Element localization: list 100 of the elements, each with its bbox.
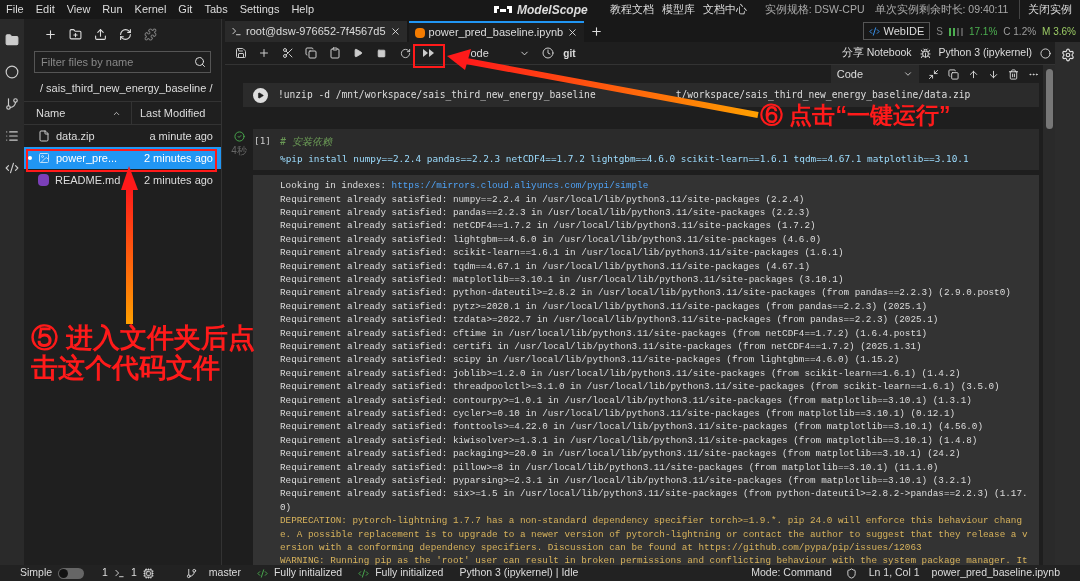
cpu-usage: C 1.2% (1003, 24, 1037, 39)
share-notebook-button[interactable]: 分享 Notebook (841, 45, 912, 61)
scrollbar-thumb[interactable] (1045, 69, 1053, 129)
remaining-time: 单次实例剩余时长: 09:40:11 (874, 1, 1009, 17)
mode-label: Simple (20, 565, 53, 581)
output-line: Requirement already satisfied: fonttools>=4.22.0 in /usr/local/lib/python3.11/site-packages (from matplotlib==3.10.1) (4.56.0) (280, 420, 983, 434)
menu-item[interactable]: Tabs (204, 1, 228, 18)
instance-spec: 实例规格: DSW-CPU (764, 1, 865, 17)
git-icon[interactable] (5, 97, 19, 111)
git-button[interactable]: git (563, 45, 576, 61)
terminal-count: 1 (102, 565, 108, 581)
output-line: Requirement already satisfied: six>=1.5 in /usr/local/lib/python3.11/site-packages (from python-dateutil>=2.8.2->pandas==2.2.3) (1.17. (280, 487, 1028, 501)
extension-icon[interactable] (144, 27, 157, 41)
menu-item[interactable]: File (6, 1, 24, 18)
terminal-icon (231, 26, 242, 37)
run-cell-icon[interactable] (253, 87, 268, 103)
close-icon[interactable] (567, 27, 579, 38)
collapse-icon[interactable] (928, 68, 939, 80)
column-header[interactable]: Name (24, 104, 132, 122)
menu-item[interactable]: Run (102, 1, 123, 18)
tab[interactable]: root@dsw-976652-7f4567d5 (225, 21, 407, 42)
menu-item[interactable]: Settings (239, 1, 280, 18)
move-up-icon[interactable] (968, 68, 979, 80)
copy-icon[interactable] (305, 47, 318, 59)
file-row[interactable]: data.zip a minute ago (24, 125, 221, 147)
output-line: Requirement already satisfied: netCDF4==1.7.2 in /usr/local/lib/python3.11/site-packages (1.7.2) (280, 219, 816, 233)
nav-link[interactable]: 教程文档 (609, 1, 654, 18)
nav-link[interactable]: 文档中心 (702, 1, 747, 18)
kernel-status[interactable]: Python 3 (ipykernel) | Idle (459, 565, 579, 581)
file-name: power_pred_baseline.ipynb (931, 565, 1060, 581)
kernel-status-icon (1040, 47, 1051, 59)
memory-usage: M 3.6% (1042, 24, 1076, 39)
paste-icon[interactable] (328, 47, 341, 59)
warning-line: DEPRECATION: pytorch-lightning 1.7.7 has a non-standard dependency specifier torch>=1.9.*. pip 24.0 will enforce this behaviour chang (280, 514, 1022, 528)
menu-item[interactable]: Git (178, 1, 193, 18)
menu-item[interactable]: Kernel (134, 1, 167, 18)
cell-type-dropdown[interactable]: ode (470, 44, 530, 62)
simple-mode-toggle[interactable] (58, 567, 85, 579)
output-line: Requirement already satisfied: pyparsing>=2.3.1 in /usr/local/lib/python3.11/site-packages (from matplotlib==3.10.1) (3.2.1) (280, 474, 972, 488)
folder-icon[interactable] (5, 33, 19, 47)
code-text: t/workspace/sais_third_new_energy_baseline/data.zip (675, 87, 971, 103)
tab[interactable]: power_pred_baseline.ipynb (408, 21, 585, 42)
terminal-icon (113, 567, 125, 579)
kernel-count: 1 (130, 565, 137, 581)
restart-icon[interactable] (399, 47, 411, 59)
run-all-icon[interactable] (423, 49, 435, 57)
new-tab-icon[interactable] (590, 25, 604, 38)
duplicate-icon[interactable] (948, 68, 959, 80)
output-line: 0) (280, 500, 292, 515)
move-down-icon[interactable] (988, 68, 999, 80)
webide-icon (868, 25, 880, 37)
cursor-position: Ln 1, Col 1 (868, 565, 920, 581)
close-icon[interactable] (389, 26, 401, 37)
code-text: !unzip -d /mnt/workspace/sais_third_new_energy_baseline (278, 87, 596, 103)
insert-cell-icon[interactable] (258, 47, 271, 59)
warning-line: e. A possible replacement is to upgrade to a newer version of pytorch-lightning or contact the author to suggest that they release a v (280, 527, 1028, 542)
settings-icon[interactable] (1060, 48, 1075, 62)
menu-item[interactable]: View (66, 1, 91, 18)
bug-icon[interactable] (919, 47, 931, 59)
notebook-icon (414, 27, 425, 38)
modified-time: 2 minutes ago (143, 172, 213, 188)
branch-name[interactable]: master (208, 565, 241, 581)
breadcrumb[interactable]: / sais_third_new_energy_baseline / (40, 79, 213, 97)
save-icon[interactable] (234, 47, 247, 59)
cell-type-select[interactable]: Code (830, 65, 919, 83)
upload-icon[interactable] (94, 27, 107, 41)
menu-item[interactable]: Help (291, 1, 315, 18)
output-line: Requirement already satisfied: kiwisolver>=1.3.1 in /usr/local/lib/python3.11/site-packages (from matplotlib==3.10.1) (1.4.8) (280, 433, 978, 448)
new-launcher-icon[interactable] (44, 27, 57, 41)
cut-icon[interactable] (281, 47, 294, 59)
code-icon (256, 567, 268, 579)
markdown-icon (38, 174, 49, 186)
caret-icon (903, 69, 913, 79)
output-line: Requirement already satisfied: lightgbm==4.6.0 in /usr/local/lib/python3.11/site-packages (4.6.0) (280, 232, 822, 247)
logo-icon (493, 3, 513, 16)
status-text: Fully initialized (375, 565, 444, 581)
output-line: Requirement already satisfied: scipy in /usr/local/lib/python3.11/site-packages (from lightgbm==4.6.0) (1.15.2) (280, 353, 900, 367)
column-header[interactable]: Last Modified (131, 102, 206, 124)
list-icon[interactable] (5, 129, 19, 143)
new-folder-icon[interactable] (69, 27, 82, 41)
file-name: data.zip (56, 128, 95, 144)
notebook-icon (38, 152, 50, 164)
search-icon (194, 56, 206, 68)
file-row[interactable]: README.md 2 minutes ago (24, 169, 221, 191)
code-cell[interactable]: [1] # 安装依赖 %pip install numpy==2.2.4 pandas==2.2.3 netCDF4==1.7.2 lightgbm==4.6.0 scikit-learn==1.6.1 tqdm==4.67.1 matplotlib==3.10.1 (253, 129, 1039, 171)
clock-icon[interactable] (541, 47, 554, 59)
run-icon[interactable] (353, 48, 364, 58)
delete-icon[interactable] (1008, 68, 1019, 80)
index-link[interactable]: https://mirrors.cloud.aliyuncs.com/pypi/simple (391, 179, 649, 193)
brand-name: ModelScope (517, 1, 588, 19)
refresh-icon[interactable] (119, 27, 132, 41)
output-line: Looking in indexes: (280, 179, 386, 193)
code-text: %pip install numpy==2.2.4 pandas==2.2.3 netCDF4==1.7.2 lightgbm==4.6.0 scikit-learn==1.6.1 tqdm==4.67.1 matplotlib==3.10.1 (280, 152, 969, 166)
nav-link[interactable]: 模型库 (661, 1, 695, 18)
webide-button[interactable]: WebIDE (862, 22, 931, 40)
output-line: Requirement already satisfied: pandas==2.2.3 in /usr/local/lib/python3.11/site-packages (2.2.3) (280, 205, 810, 220)
kernel-name[interactable]: Python 3 (ipykernel) (938, 45, 1032, 61)
menu-item[interactable]: Edit (35, 1, 55, 18)
filter-field[interactable]: Filter files by name (34, 51, 211, 73)
code-icon[interactable] (5, 161, 19, 175)
